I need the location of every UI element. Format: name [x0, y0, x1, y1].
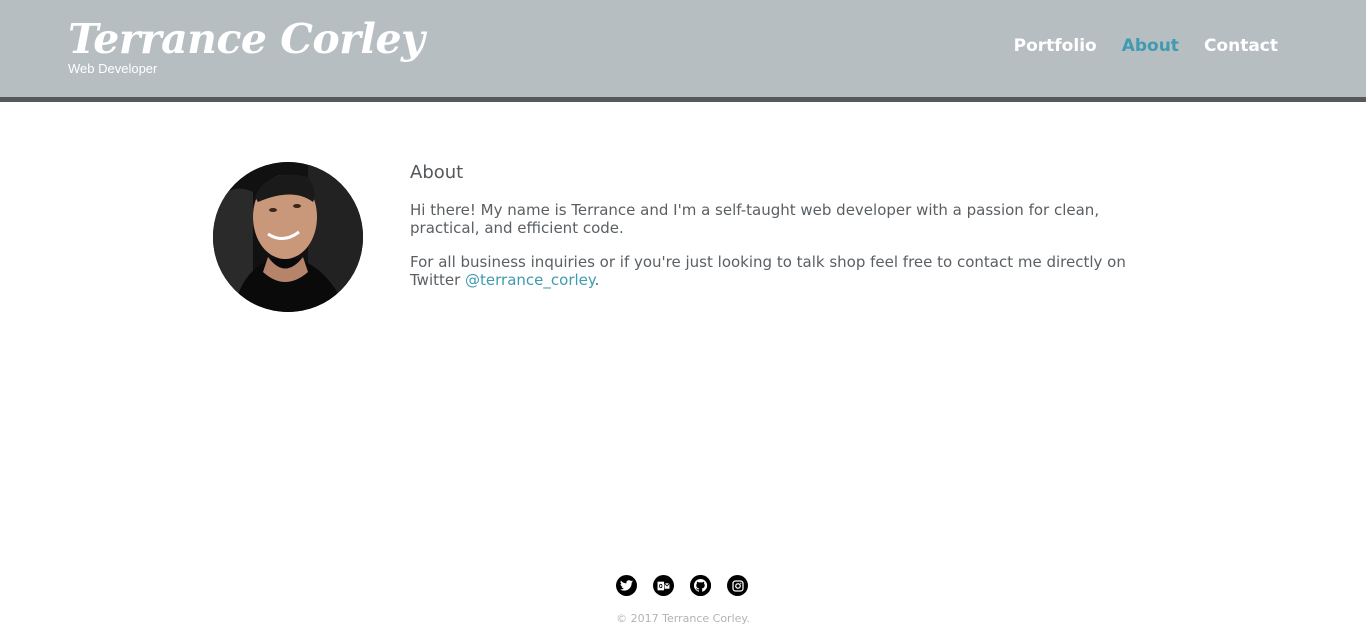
brand-subtitle: Web Developer: [68, 61, 158, 76]
brand-name[interactable]: Terrance Corley: [68, 10, 425, 68]
twitter-handle-link[interactable]: @terrance_corley: [465, 271, 595, 289]
profile-photo: [213, 162, 363, 312]
main-nav: Portfolio About Contact: [989, 34, 1278, 58]
twitter-icon[interactable]: [616, 575, 637, 596]
instagram-icon[interactable]: [727, 575, 748, 596]
copyright: © 2017 Terrance Corley.: [616, 612, 750, 625]
about-heading: About: [410, 162, 464, 183]
social-links: [616, 575, 748, 596]
about-section: About Hi there! My name is Terrance and …: [410, 161, 1130, 305]
outlook-icon[interactable]: [653, 575, 674, 596]
about-paragraph-contact: For all business inquiries or if you're …: [410, 253, 1130, 289]
nav-contact[interactable]: Contact: [1204, 34, 1278, 58]
about-paragraph-intro: Hi there! My name is Terrance and I'm a …: [410, 201, 1100, 237]
site-header: Terrance Corley Web Developer Portfolio …: [0, 0, 1366, 102]
nav-portfolio[interactable]: Portfolio: [1014, 34, 1097, 58]
nav-about[interactable]: About: [1122, 34, 1179, 58]
github-icon[interactable]: [690, 575, 711, 596]
contact-text-end: .: [594, 271, 600, 289]
